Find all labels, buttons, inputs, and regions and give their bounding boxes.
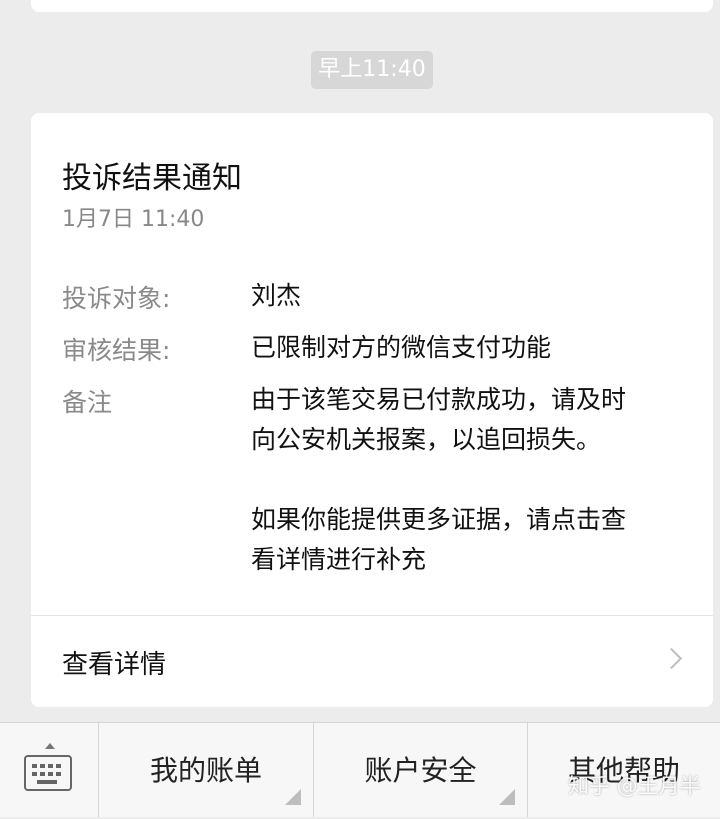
keyboard-icon	[24, 755, 72, 791]
complaint-target-label: 投诉对象:	[62, 284, 171, 313]
complaint-result-card[interactable]: 投诉结果通知 1月7日 11:40 投诉对象: 刘杰 审核结果: 已限制对方的微…	[31, 113, 713, 707]
review-result-value: 已限制对方的微信支付功能	[251, 333, 552, 362]
watermark: 知乎 @王月半	[568, 774, 701, 798]
view-details-label: 查看详情	[62, 650, 167, 680]
remark-line: 看详情进行补充	[251, 545, 427, 574]
menu-my-bills-label: 我的账单	[149, 754, 262, 787]
keyboard-toggle-button[interactable]	[0, 723, 99, 817]
menu-account-security-label: 账户安全	[364, 754, 477, 787]
remark-line: 如果你能提供更多证据，请点击查	[251, 505, 627, 534]
menu-my-bills[interactable]: 我的账单	[99, 723, 314, 817]
complaint-target-value: 刘杰	[251, 281, 302, 310]
remark-label: 备注	[62, 388, 113, 417]
remark-line: 由于该笔交易已付款成功，请及时	[251, 385, 627, 414]
message-timestamp: 早上11:40	[311, 51, 433, 89]
chevron-right-icon	[660, 647, 683, 670]
menu-account-security[interactable]: 账户安全	[314, 723, 528, 817]
previous-message-card	[31, 0, 713, 12]
review-result-label: 审核结果:	[62, 336, 171, 365]
remark-line: 向公安机关报案，以追回损失。	[251, 425, 602, 454]
submenu-indicator-icon	[499, 789, 515, 805]
card-title: 投诉结果通知	[62, 161, 242, 196]
caret-up-icon	[45, 743, 55, 749]
view-details-link[interactable]: 查看详情	[31, 616, 713, 707]
card-date: 1月7日 11:40	[62, 207, 205, 232]
submenu-indicator-icon	[285, 789, 301, 805]
